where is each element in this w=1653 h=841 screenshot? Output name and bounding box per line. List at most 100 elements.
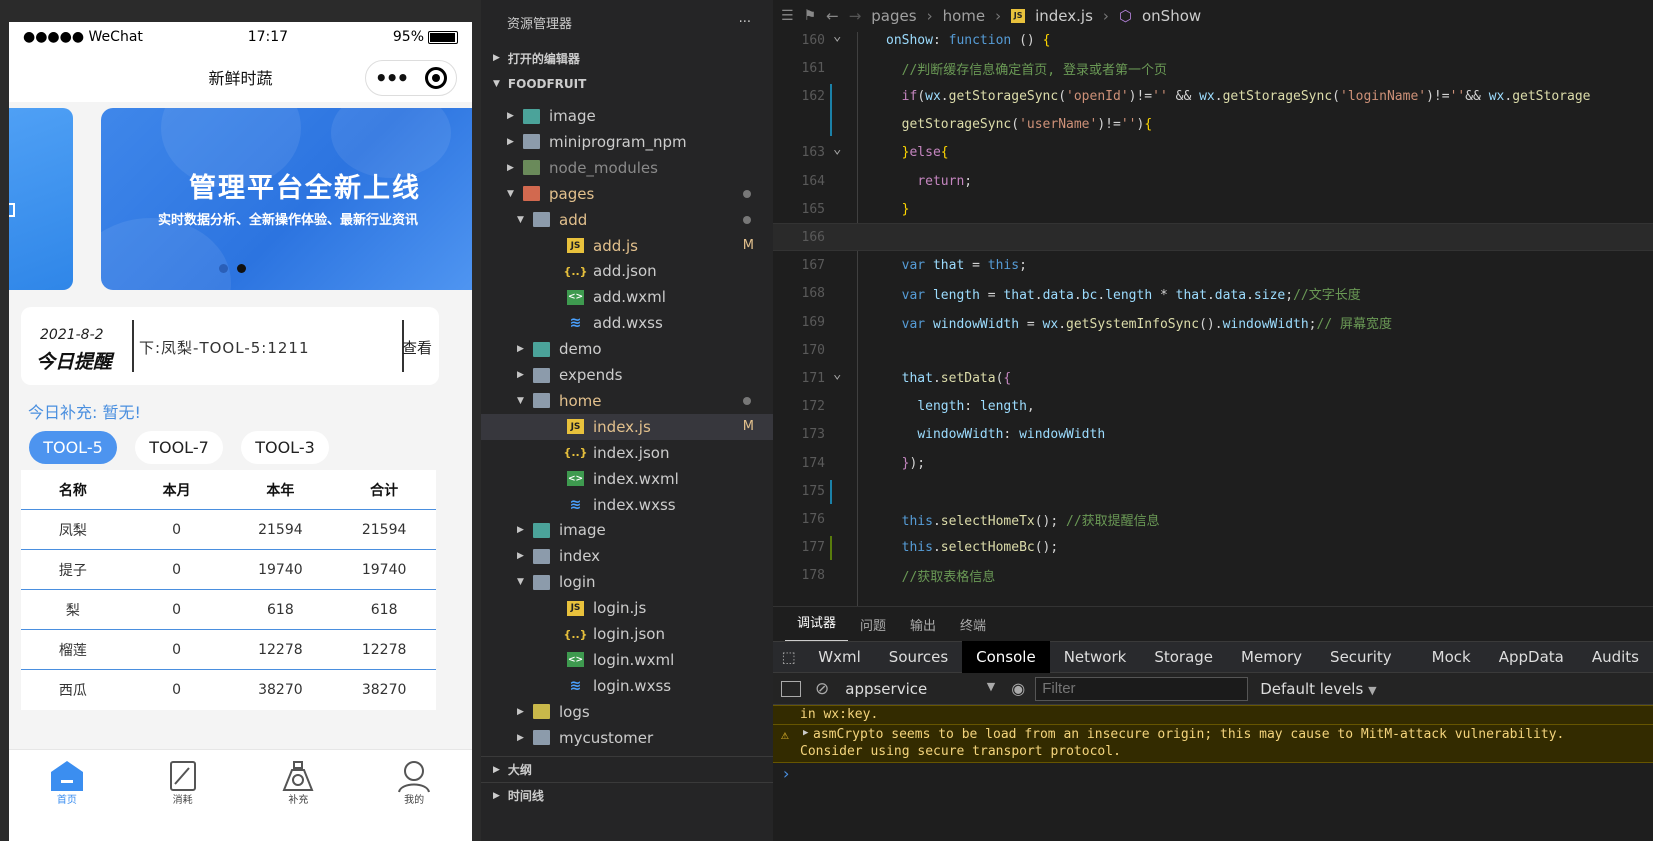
tab-appdata[interactable]: AppData (1485, 641, 1578, 673)
tab-terminal[interactable]: 终端 (948, 615, 998, 634)
forward-arrow-icon[interactable]: → (849, 7, 862, 25)
tree-item[interactable]: ▶ demo (481, 336, 773, 362)
tree-item[interactable]: ▶ mycustomer (481, 725, 773, 751)
code-line[interactable]: 173 windowWidth: windowWidth (773, 421, 1653, 449)
section-open-editors[interactable]: ▶ 打开的编辑器 (481, 45, 773, 71)
code-line[interactable]: 160 ⌄ onShow: function () { (773, 26, 1653, 54)
code-line[interactable]: 172 length: length, (773, 393, 1653, 421)
tree-item[interactable]: ▶ image (481, 103, 773, 129)
chevron-right-icon[interactable]: ▶ (517, 551, 524, 561)
chevron-down-icon[interactable]: ▼ (517, 577, 524, 587)
tree-item[interactable]: ≋ index.wxss (481, 492, 773, 518)
clear-console-icon[interactable]: ⊘ (815, 679, 829, 699)
banner-prev-slide[interactable] (9, 108, 73, 290)
breadcrumb-item[interactable]: onShow (1142, 7, 1201, 25)
section-project[interactable]: ▼ FOODFRUIT (481, 71, 773, 97)
chevron-down-icon[interactable]: ▼ (517, 396, 524, 406)
tree-item[interactable]: ≋ add.wxss (481, 310, 773, 336)
tree-item[interactable]: JS add.js M (481, 233, 773, 259)
section-outline[interactable]: ▶ 大纲 (481, 756, 773, 782)
tab-security[interactable]: Security (1316, 641, 1406, 673)
tab-problems[interactable]: 问题 (848, 615, 898, 634)
filter-input[interactable] (1035, 676, 1249, 701)
chevron-right-icon[interactable]: ▶ (507, 137, 514, 147)
tab-consume[interactable]: 消耗 (125, 750, 241, 841)
code-line[interactable]: 166 (773, 223, 1653, 252)
code-editor[interactable]: ☰ ⚑ ← → pages › home › JS index.js › ⬡ onSh… (773, 0, 1653, 606)
table-row[interactable]: 西瓜 0 38270 38270 (21, 670, 436, 710)
chevron-right-icon[interactable]: ▶ (507, 111, 514, 121)
tab-output[interactable]: 输出 (898, 615, 948, 634)
chip-tool-3[interactable]: TOOL-3 (241, 431, 329, 464)
tab-network[interactable]: Network (1050, 641, 1141, 673)
console-prompt[interactable]: › (773, 763, 1653, 787)
tree-item[interactable]: ▼ home (481, 388, 773, 414)
tree-item[interactable]: JS login.js (481, 595, 773, 621)
chevron-right-icon[interactable]: ▶ (517, 707, 524, 717)
bookmark-icon[interactable]: ⚑ (804, 8, 817, 24)
tree-item[interactable]: <> login.wxml (481, 647, 773, 673)
code-line[interactable]: 161 //判断缓存信息确定首页, 登录或者第一个页 (773, 54, 1653, 82)
more-dots-icon[interactable]: ••• (375, 66, 409, 90)
code-line[interactable]: getStorageSync('userName')!=''){ (773, 111, 1653, 139)
sidebar-toggle-icon[interactable] (781, 680, 801, 697)
menu-capsule[interactable]: ••• (365, 60, 457, 96)
code-line[interactable]: 163 ⌄ }else{ (773, 139, 1653, 167)
context-select[interactable]: appservice ▼ (845, 680, 995, 698)
chevron-right-icon[interactable]: ▶ (517, 344, 524, 354)
tab-memory[interactable]: Memory (1227, 641, 1316, 673)
log-levels-select[interactable]: Default levels ▼ (1260, 680, 1376, 698)
back-arrow-icon[interactable]: ← (826, 7, 839, 25)
fold-chevron-icon[interactable]: ⌄ (833, 28, 841, 44)
chip-tool-7[interactable]: TOOL-7 (135, 431, 223, 464)
tab-audits[interactable]: Audits (1578, 641, 1653, 673)
tree-item[interactable]: ▼ login (481, 569, 773, 595)
table-row[interactable]: 提子 0 19740 19740 (21, 550, 436, 590)
fold-chevron-icon[interactable]: ⌄ (833, 366, 841, 382)
tab-home[interactable]: 首页 (9, 750, 125, 841)
table-row[interactable]: 凤梨 0 21594 21594 (21, 510, 436, 550)
table-row[interactable]: 梨 0 618 618 (21, 590, 436, 630)
code-line[interactable]: 176 this.selectHomeTx(); //获取提醒信息 (773, 505, 1653, 533)
tree-item[interactable]: {..} add.json (481, 258, 773, 284)
inspect-icon[interactable]: ⬚ (773, 648, 804, 666)
code-line[interactable]: 169 var windowWidth = wx.getSystemInfoSy… (773, 308, 1653, 336)
chevron-down-icon[interactable]: ▼ (507, 189, 514, 199)
chevron-right-icon[interactable]: ▶ (517, 525, 524, 535)
tab-mock[interactable]: Mock (1418, 641, 1485, 673)
tree-item[interactable]: ▶ node_modules (481, 155, 773, 181)
code-line[interactable]: 178 //获取表格信息 (773, 562, 1653, 590)
tree-item[interactable]: {..} login.json (481, 621, 773, 647)
breadcrumb-item[interactable]: pages (871, 7, 916, 25)
tree-item[interactable]: ▶ index (481, 543, 773, 569)
code-line[interactable]: 175 (773, 477, 1653, 505)
code-line[interactable]: 162 if(wx.getStorageSync('openId')!='' &… (773, 82, 1653, 110)
tree-item[interactable]: <> index.wxml (481, 466, 773, 492)
banner-slide[interactable]: 管理平台全新上线 实时数据分析、全新操作体验、最新行业资讯 (101, 108, 472, 290)
tab-console[interactable]: Console (962, 641, 1050, 673)
breadcrumb-item[interactable]: home (943, 7, 986, 25)
chevron-right-icon[interactable]: ▶ (517, 370, 524, 380)
table-row[interactable]: 榴莲 0 12278 12278 (21, 630, 436, 670)
list-icon[interactable]: ☰ (781, 8, 794, 24)
chip-tool-5[interactable]: TOOL-5 (29, 431, 117, 464)
code-line[interactable]: 164 return; (773, 167, 1653, 195)
chevron-down-icon[interactable]: ▼ (517, 215, 524, 225)
tree-item[interactable]: ≋ login.wxss (481, 673, 773, 699)
tab-profile[interactable]: 我的 (356, 750, 472, 841)
tab-storage[interactable]: Storage (1140, 641, 1227, 673)
code-line[interactable]: 171 ⌄ that.setData({ (773, 364, 1653, 392)
tab-supply[interactable]: 补充 (241, 750, 357, 841)
code-line[interactable]: 170 (773, 336, 1653, 364)
code-line[interactable]: 174 }); (773, 449, 1653, 477)
tree-item[interactable]: JS index.js M (481, 413, 773, 440)
more-actions-icon[interactable]: ··· (739, 15, 751, 30)
chevron-right-icon[interactable]: ▶ (507, 163, 514, 173)
code-line[interactable]: 165 } (773, 195, 1653, 223)
eye-icon[interactable]: ◉ (1011, 679, 1025, 698)
carousel-dot-2[interactable] (237, 264, 246, 273)
tree-item[interactable]: <> add.wxml (481, 284, 773, 310)
code-line[interactable]: 167 var that = this; (773, 252, 1653, 280)
tree-item[interactable]: ▶ image (481, 517, 773, 543)
code-line[interactable]: 177 this.selectHomeBc(); (773, 534, 1653, 562)
